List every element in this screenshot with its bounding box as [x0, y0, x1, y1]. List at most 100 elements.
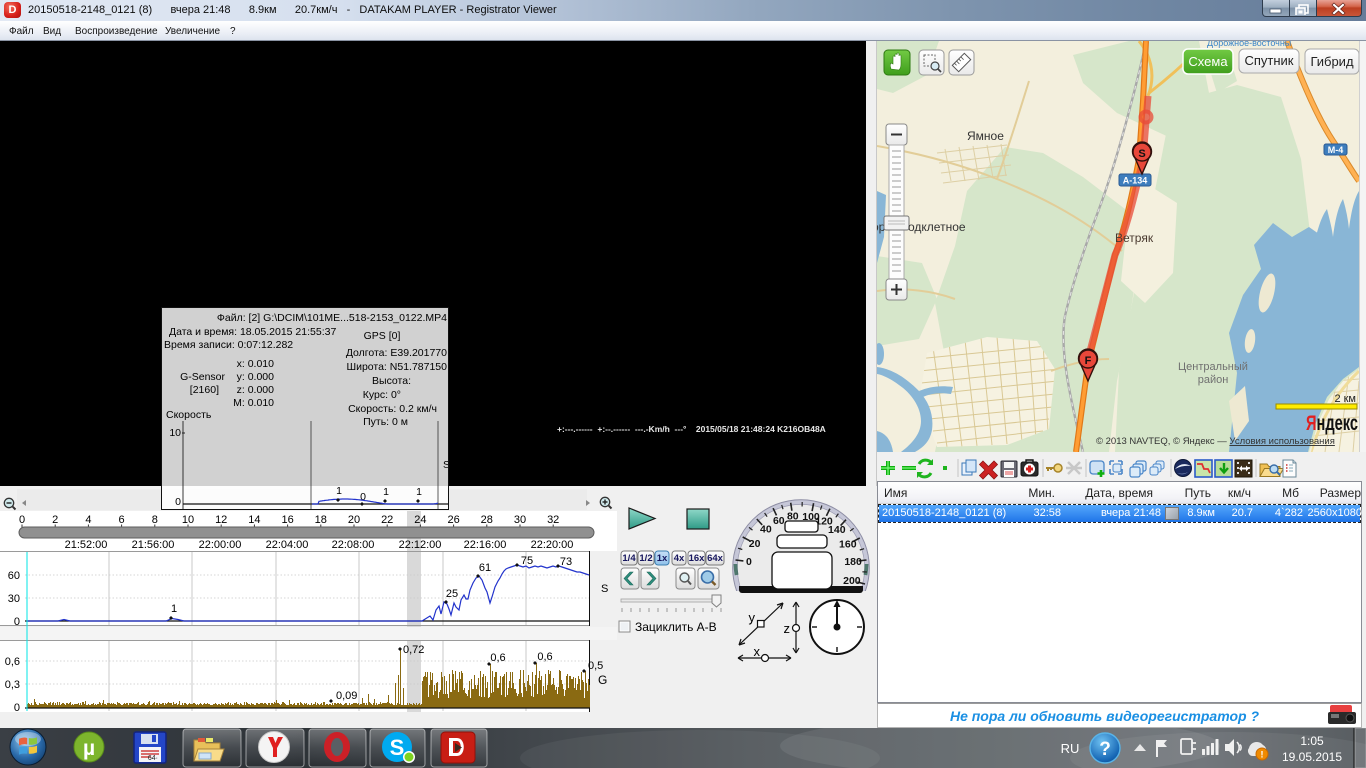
svg-text:75: 75	[521, 555, 533, 567]
svg-text:М-4: М-4	[1328, 145, 1344, 155]
svg-text:Ямное: Ямное	[967, 129, 1004, 143]
svg-text:30: 30	[514, 514, 526, 526]
svg-text:1:05: 1:05	[1300, 734, 1324, 748]
svg-text:S: S	[601, 583, 608, 595]
svg-text:M: 0.010: M: 0.010	[233, 397, 274, 409]
svg-text:S: S	[1138, 148, 1145, 160]
svg-text:28: 28	[481, 514, 493, 526]
svg-text:Схема: Схема	[1188, 54, 1228, 69]
svg-text:22:04:00: 22:04:00	[266, 539, 309, 551]
svg-text:60: 60	[8, 570, 20, 582]
svg-text:19.05.2015: 19.05.2015	[1282, 750, 1342, 764]
svg-text:S: S	[390, 735, 405, 760]
svg-text:24: 24	[414, 514, 426, 526]
svg-text:40: 40	[760, 524, 772, 536]
svg-text:А-134: А-134	[1123, 176, 1148, 186]
svg-text:µ: µ	[83, 737, 95, 760]
svg-text:12: 12	[215, 514, 227, 526]
svg-text:0,3: 0,3	[5, 679, 20, 691]
svg-text:21:52:00: 21:52:00	[65, 539, 108, 551]
svg-text:26: 26	[447, 514, 459, 526]
svg-text:73: 73	[560, 556, 572, 568]
svg-text:6: 6	[119, 514, 125, 526]
svg-text:0: 0	[746, 556, 752, 568]
svg-text:32: 32	[547, 514, 559, 526]
svg-text:10: 10	[169, 427, 181, 439]
svg-text:одклетное: одклетное	[908, 220, 966, 234]
svg-text:20: 20	[348, 514, 360, 526]
svg-text:25: 25	[446, 588, 458, 600]
svg-text:?: ?	[1099, 739, 1111, 760]
svg-text:Скорость: 0.2 км/ч: Скорость: 0.2 км/ч	[348, 403, 437, 415]
svg-text:© 2013 NAVTEQ, © Яндекс — Усло: © 2013 NAVTEQ, © Яндекс — Условия исполь…	[1096, 436, 1335, 447]
svg-text:0: 0	[175, 496, 181, 508]
svg-text:64·: 64·	[148, 755, 158, 762]
svg-text:Широта: N51.787150: Широта: N51.787150	[346, 361, 447, 373]
svg-text:10: 10	[182, 514, 194, 526]
svg-text:0,5: 0,5	[588, 660, 603, 672]
svg-text:Файл: [2] G:\DCIM\101ME...518-: Файл: [2] G:\DCIM\101ME...518-2153_0122.…	[217, 312, 447, 324]
svg-text:y: 0.000: y: 0.000	[237, 371, 275, 383]
svg-text:180: 180	[844, 556, 862, 568]
svg-text:F: F	[1085, 355, 1092, 367]
svg-text:GPS [0]: GPS [0]	[364, 330, 401, 342]
svg-text:22:12:00: 22:12:00	[399, 539, 442, 551]
svg-text:!: !	[1261, 750, 1264, 760]
svg-text:0: 0	[19, 514, 25, 526]
svg-text:22:20:00: 22:20:00	[531, 539, 574, 551]
svg-text:14: 14	[248, 514, 260, 526]
svg-text:Курс: 0°: Курс: 0°	[363, 389, 401, 401]
svg-text:64x: 64x	[707, 553, 724, 564]
svg-text:21:56:00: 21:56:00	[132, 539, 175, 551]
svg-text:8: 8	[152, 514, 158, 526]
svg-text:0,6: 0,6	[537, 651, 552, 663]
svg-text:22:08:00: 22:08:00	[332, 539, 375, 551]
svg-text:1/4: 1/4	[622, 553, 636, 564]
svg-text:4: 4	[85, 514, 91, 526]
svg-text:61: 61	[479, 562, 491, 574]
svg-text:1/2: 1/2	[639, 553, 652, 564]
svg-text:Ветряк: Ветряк	[1115, 231, 1154, 245]
svg-text:[2160]: [2160]	[190, 384, 219, 396]
svg-text:Долгота: E39.201770: Долгота: E39.201770	[346, 347, 447, 359]
svg-text:1: 1	[171, 603, 177, 615]
svg-text:0,09: 0,09	[336, 690, 357, 702]
svg-text:0: 0	[14, 616, 20, 628]
svg-text:1: 1	[383, 486, 389, 498]
svg-text:x: x	[754, 644, 761, 659]
svg-text:0,6: 0,6	[5, 656, 20, 668]
svg-text:Высота:: Высота:	[372, 375, 411, 387]
svg-text:Центральный: Центральный	[1178, 361, 1248, 373]
svg-text:0,6: 0,6	[490, 652, 505, 664]
svg-text:Зациклить A-B: Зациклить A-B	[635, 620, 717, 634]
svg-text:30: 30	[8, 593, 20, 605]
svg-text:G-Sensor: G-Sensor	[180, 371, 225, 383]
svg-text:Путь: 0 м: Путь: 0 м	[363, 416, 408, 428]
svg-text:18: 18	[315, 514, 327, 526]
svg-text:140: 140	[828, 524, 846, 536]
svg-text:2 км: 2 км	[1334, 393, 1356, 405]
svg-text:y: y	[749, 610, 756, 625]
svg-text:1x: 1x	[657, 553, 668, 564]
svg-text:Дата и время: 18.05.2015 21:55: Дата и время: 18.05.2015 21:55:37	[169, 326, 336, 338]
svg-text:20: 20	[749, 538, 761, 550]
svg-text:2: 2	[52, 514, 58, 526]
svg-text:1: 1	[336, 485, 342, 497]
svg-text:60: 60	[773, 515, 785, 527]
svg-text:200: 200	[843, 575, 861, 587]
svg-text:x: 0.010: x: 0.010	[237, 358, 275, 370]
svg-text:Дорожное-восточны: Дорожное-восточны	[1207, 41, 1291, 48]
svg-text:z: 0.000: z: 0.000	[237, 384, 275, 396]
svg-text:22:16:00: 22:16:00	[464, 539, 507, 551]
svg-text:22: 22	[381, 514, 393, 526]
svg-text:22:00:00: 22:00:00	[199, 539, 242, 551]
svg-text:S: S	[443, 459, 448, 471]
svg-text:район: район	[1198, 374, 1229, 386]
svg-text:Яндекс: Яндекс	[1306, 412, 1358, 435]
svg-text:160: 160	[839, 539, 857, 551]
svg-text:1: 1	[416, 486, 422, 498]
svg-text:0,72: 0,72	[403, 644, 424, 656]
svg-text:Гибрид: Гибрид	[1310, 54, 1354, 69]
svg-text:16x: 16x	[689, 553, 706, 564]
svg-text:G: G	[598, 673, 607, 687]
